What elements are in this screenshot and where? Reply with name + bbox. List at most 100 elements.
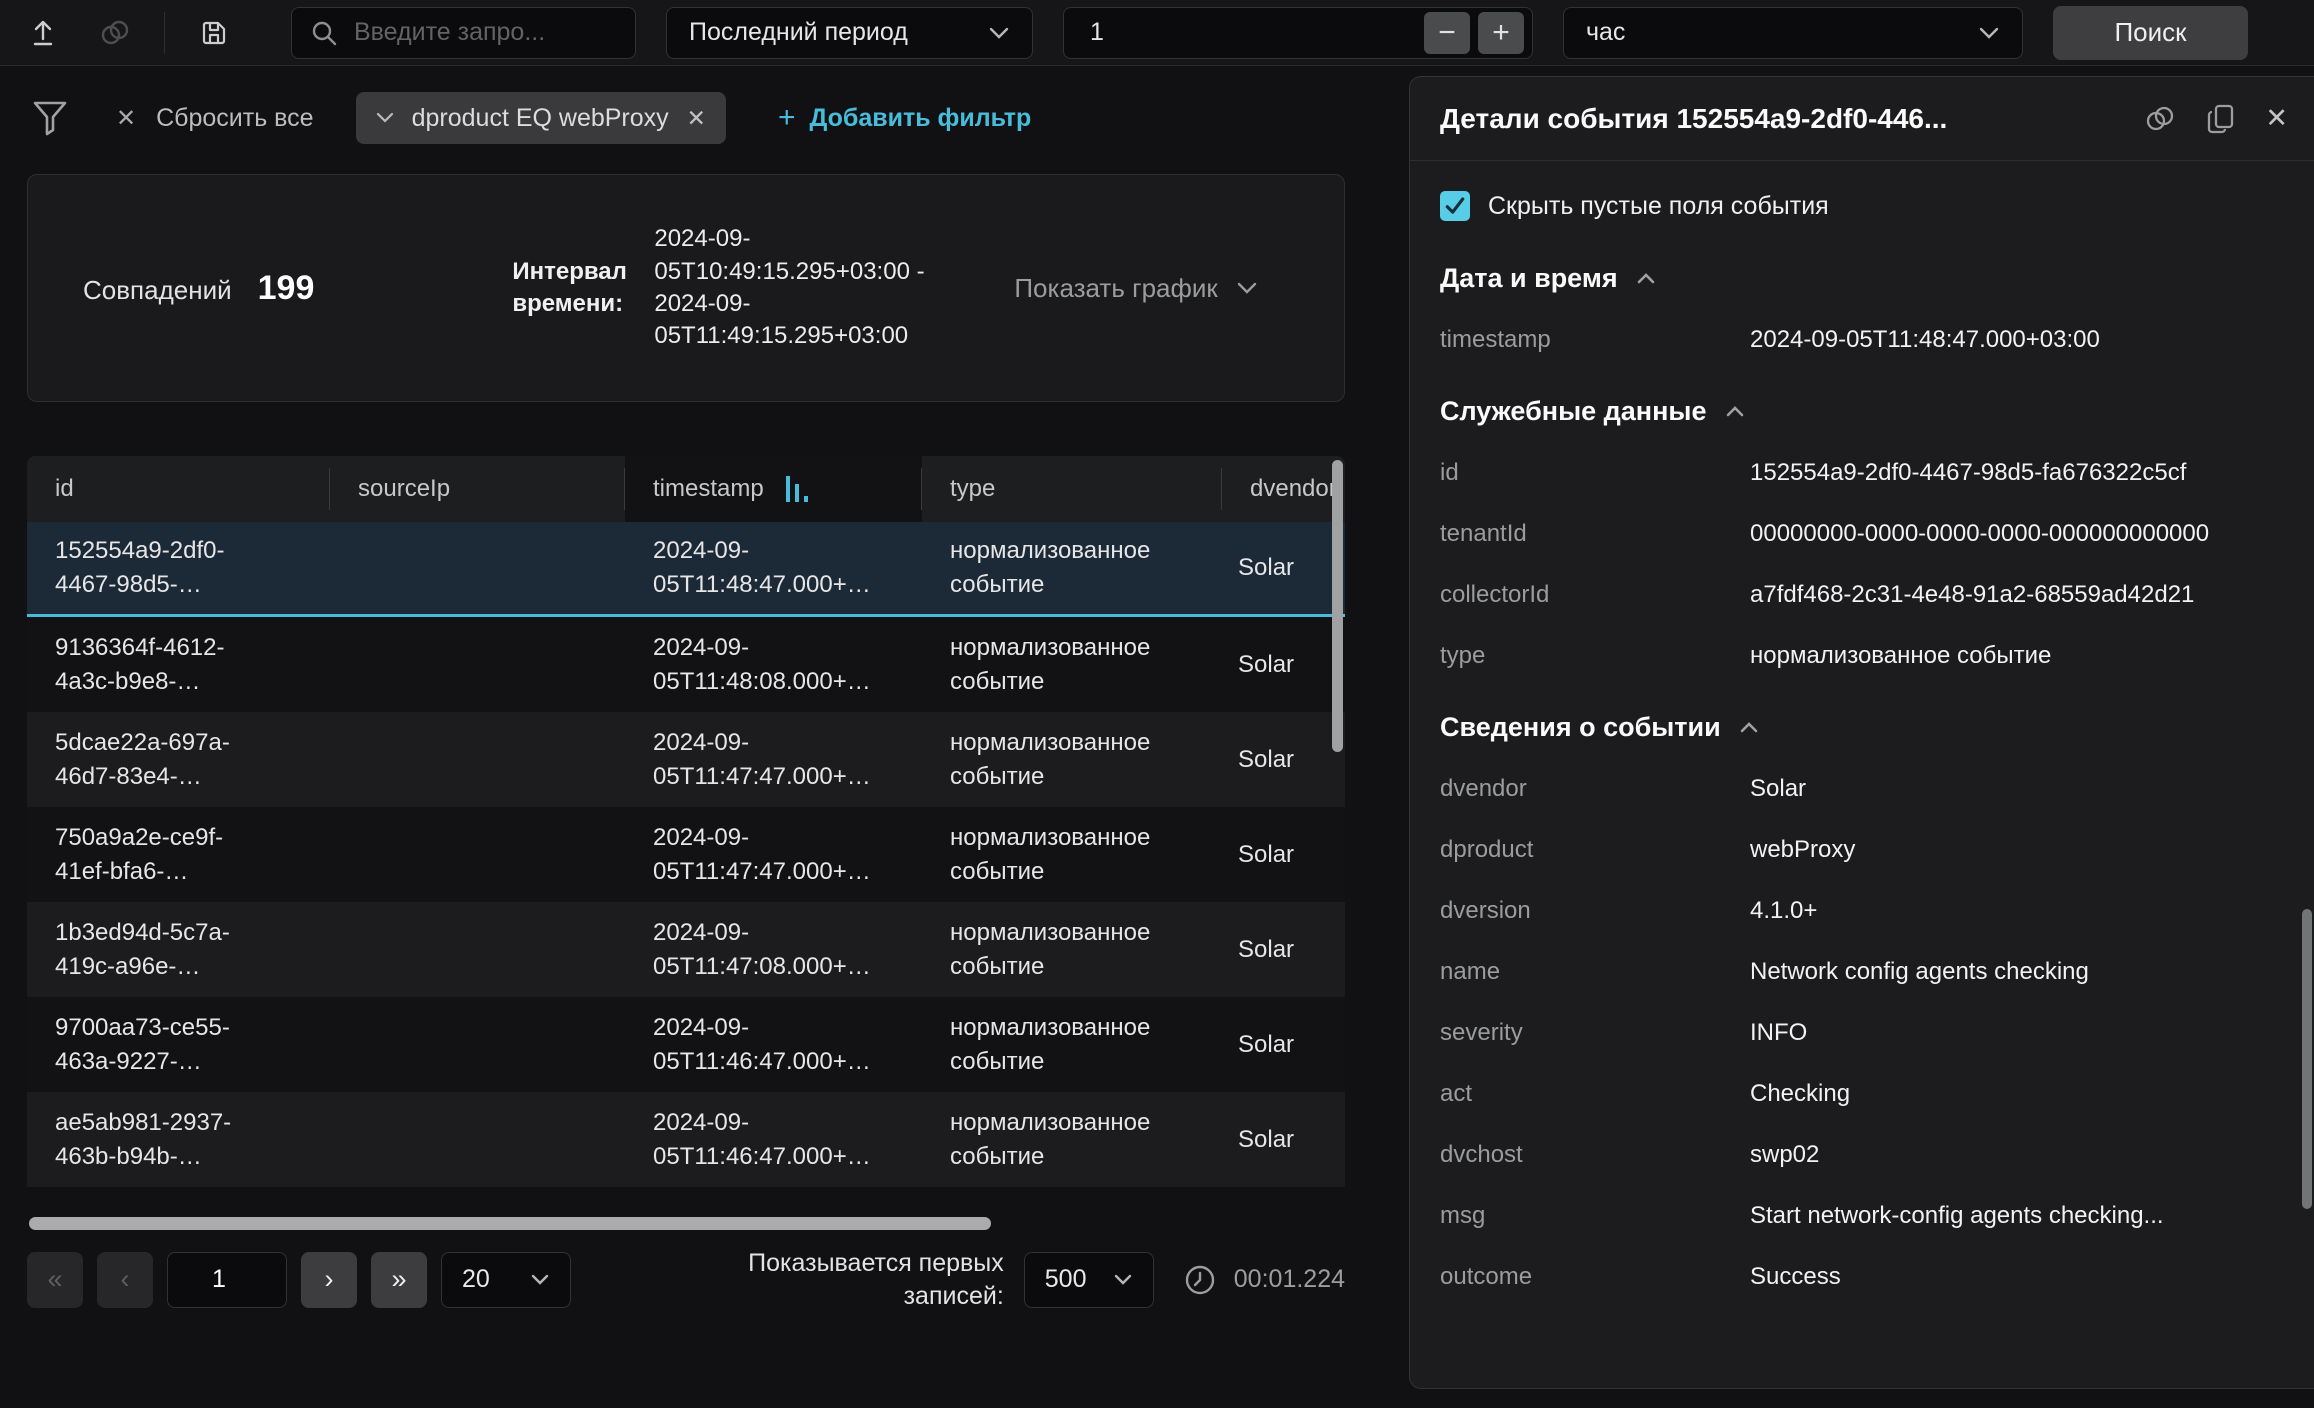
details-section: Дата и время timestamp2024-09-05T11:48:47… — [1440, 263, 2284, 354]
prev-page-button[interactable]: ‹ — [97, 1252, 153, 1308]
overlapping-circles-icon — [98, 16, 132, 50]
compare-events-button[interactable] — [2143, 102, 2177, 136]
column-header-id[interactable]: id — [27, 456, 330, 522]
toolbar-divider — [164, 12, 165, 54]
close-panel-icon[interactable]: ✕ — [2265, 103, 2288, 134]
cell-type: нормализованное событие — [922, 999, 1222, 1090]
field-value: Success — [1750, 1263, 2284, 1291]
section-title[interactable]: Сведения о событии — [1440, 712, 2284, 743]
compare-button[interactable] — [86, 5, 144, 61]
increment-button[interactable]: + — [1478, 12, 1524, 54]
hide-empty-label: Скрыть пустые поля события — [1488, 192, 1829, 221]
section-title[interactable]: Дата и время — [1440, 263, 2284, 294]
next-page-button[interactable]: › — [301, 1252, 357, 1308]
section-title[interactable]: Служебные данные — [1440, 396, 2284, 427]
details-section: Сведения о событииdvendorSolardproductwe… — [1440, 712, 2284, 1291]
column-header-type[interactable]: type — [922, 456, 1222, 522]
field-key: severity — [1440, 1019, 1750, 1047]
matches-count: 199 — [258, 269, 315, 308]
field-key: type — [1440, 642, 1750, 670]
panel-scrollbar[interactable] — [2302, 909, 2312, 1209]
panel-title: Детали события 152554a9-2df0-446... — [1440, 103, 2115, 135]
chevron-down-icon — [1236, 281, 1258, 295]
period-select[interactable]: Последний период — [666, 7, 1033, 59]
field-row-timestamp: timestamp2024-09-05T11:48:47.000+03:00 — [1440, 326, 2284, 354]
field-row-id: id152554a9-2df0-4467-98d5-fa676322c5cf — [1440, 459, 2284, 487]
field-value: 4.1.0+ — [1750, 897, 2284, 925]
funnel-icon[interactable] — [30, 97, 70, 139]
query-time: 00:01.224 — [1182, 1262, 1345, 1298]
cell-sourceIp — [330, 748, 625, 772]
sort-descending-icon — [764, 473, 810, 505]
decrement-button[interactable]: − — [1424, 12, 1470, 54]
table-row[interactable]: 750a9a2e-ce9f-41ef-bfa6-…2024-09-05T11:4… — [27, 807, 1345, 902]
period-count-value[interactable]: 1 — [1090, 18, 1104, 47]
table-row[interactable]: 5dcae22a-697a-46d7-83e4-…2024-09-05T11:4… — [27, 712, 1345, 807]
showing-label: Показывается первых записей: — [746, 1247, 1004, 1312]
interval-value: 2024-09-05T10:49:15.295+03:00 - 2024-09-… — [654, 223, 956, 353]
chevron-down-icon — [376, 112, 394, 124]
column-header-dvendor[interactable]: dvendor — [1222, 456, 1345, 522]
chevron-down-icon — [1978, 26, 2000, 40]
first-page-button[interactable]: « — [27, 1252, 83, 1308]
table-row[interactable]: 9136364f-4612-4a3c-b9e8-…2024-09-05T11:4… — [27, 617, 1345, 712]
unit-select[interactable]: час — [1563, 7, 2023, 59]
cell-type: нормализованное событие — [922, 809, 1222, 900]
field-key: dversion — [1440, 897, 1750, 925]
cell-sourceIp — [330, 556, 625, 580]
field-row-act: actChecking — [1440, 1080, 2284, 1108]
filter-chip[interactable]: dproduct EQ webProxy ✕ — [356, 92, 726, 144]
cell-id: ae5ab981-2937-463b-b94b-… — [27, 1094, 330, 1185]
column-header-sourceIp[interactable]: sourceIp — [330, 456, 625, 522]
page-size-select[interactable]: 20 — [441, 1252, 571, 1308]
save-button[interactable] — [185, 5, 243, 61]
field-row-dvendor: dvendorSolar — [1440, 775, 2284, 803]
panel-body: Скрыть пустые поля события Дата и время t… — [1410, 161, 2314, 1388]
field-key: dvendor — [1440, 775, 1750, 803]
cell-timestamp: 2024-09-05T11:46:47.000+… — [625, 1094, 922, 1185]
cell-id: 5dcae22a-697a-46d7-83e4-… — [27, 714, 330, 805]
page-number-input[interactable] — [167, 1252, 287, 1308]
check-icon — [1444, 196, 1466, 216]
table-vertical-scrollbar[interactable] — [1332, 460, 1343, 752]
field-value: INFO — [1750, 1019, 2284, 1047]
record-limit-select[interactable]: 500 — [1024, 1252, 1154, 1308]
table-row[interactable]: 152554a9-2df0-4467-98d5-…2024-09-05T11:4… — [27, 522, 1345, 617]
table-header-row: id sourceIp timestamp type dvendor — [27, 456, 1345, 522]
add-filter-button[interactable]: + Добавить фильтр — [778, 101, 1031, 135]
field-key: msg — [1440, 1202, 1750, 1230]
table-row[interactable]: 1b3ed94d-5c7a-419c-a96e-…2024-09-05T11:4… — [27, 902, 1345, 997]
events-table: id sourceIp timestamp type dvendor 152554a9-… — [27, 456, 1345, 1187]
cell-dvendor: Solar — [1222, 731, 1345, 789]
scrollbar-thumb[interactable] — [29, 1217, 991, 1230]
copy-icon[interactable] — [2205, 102, 2237, 136]
table-horizontal-scrollbar[interactable] — [27, 1217, 1345, 1231]
filter-bar: ✕ Сбросить все dproduct EQ webProxy ✕ + … — [30, 88, 1372, 148]
table-row[interactable]: 9700aa73-ce55-463a-9227-…2024-09-05T11:4… — [27, 997, 1345, 1092]
cell-dvendor: Solar — [1222, 921, 1345, 979]
clear-all-filters[interactable]: ✕ Сбросить все — [116, 104, 314, 133]
table-row[interactable]: ae5ab981-2937-463b-b94b-… 2024-09-05T11:4… — [27, 1092, 1345, 1187]
period-select-value: Последний период — [689, 18, 908, 47]
upload-button[interactable] — [14, 5, 72, 61]
checkbox-checked[interactable] — [1440, 191, 1470, 221]
cell-timestamp: 2024-09-05T11:46:47.000+… — [625, 999, 922, 1090]
hide-empty-checkbox-row[interactable]: Скрыть пустые поля события — [1440, 191, 2284, 221]
cell-dvendor: Solar — [1222, 636, 1345, 694]
remove-filter-icon[interactable]: ✕ — [687, 105, 706, 132]
field-row-type: typeнормализованное событие — [1440, 642, 2284, 670]
column-header-timestamp[interactable]: timestamp — [625, 456, 922, 522]
field-value: нормализованное событие — [1750, 642, 2284, 670]
section-title-label: Служебные данные — [1440, 396, 1707, 427]
cell-dvendor: Solar — [1222, 826, 1345, 884]
show-chart-button[interactable]: Показать график — [1014, 273, 1257, 304]
search-input[interactable] — [354, 18, 676, 47]
column-label: type — [950, 475, 995, 503]
chevron-up-icon — [1636, 272, 1656, 285]
column-label: sourceIp — [358, 475, 450, 503]
search-submit-button[interactable]: Поиск — [2053, 6, 2248, 60]
field-value: Network config agents checking — [1750, 958, 2284, 986]
last-page-button[interactable]: » — [371, 1252, 427, 1308]
section-title-label: Дата и время — [1440, 263, 1618, 294]
field-value: a7fdf468-2c31-4e48-91a2-68559ad42d21 — [1750, 581, 2284, 609]
